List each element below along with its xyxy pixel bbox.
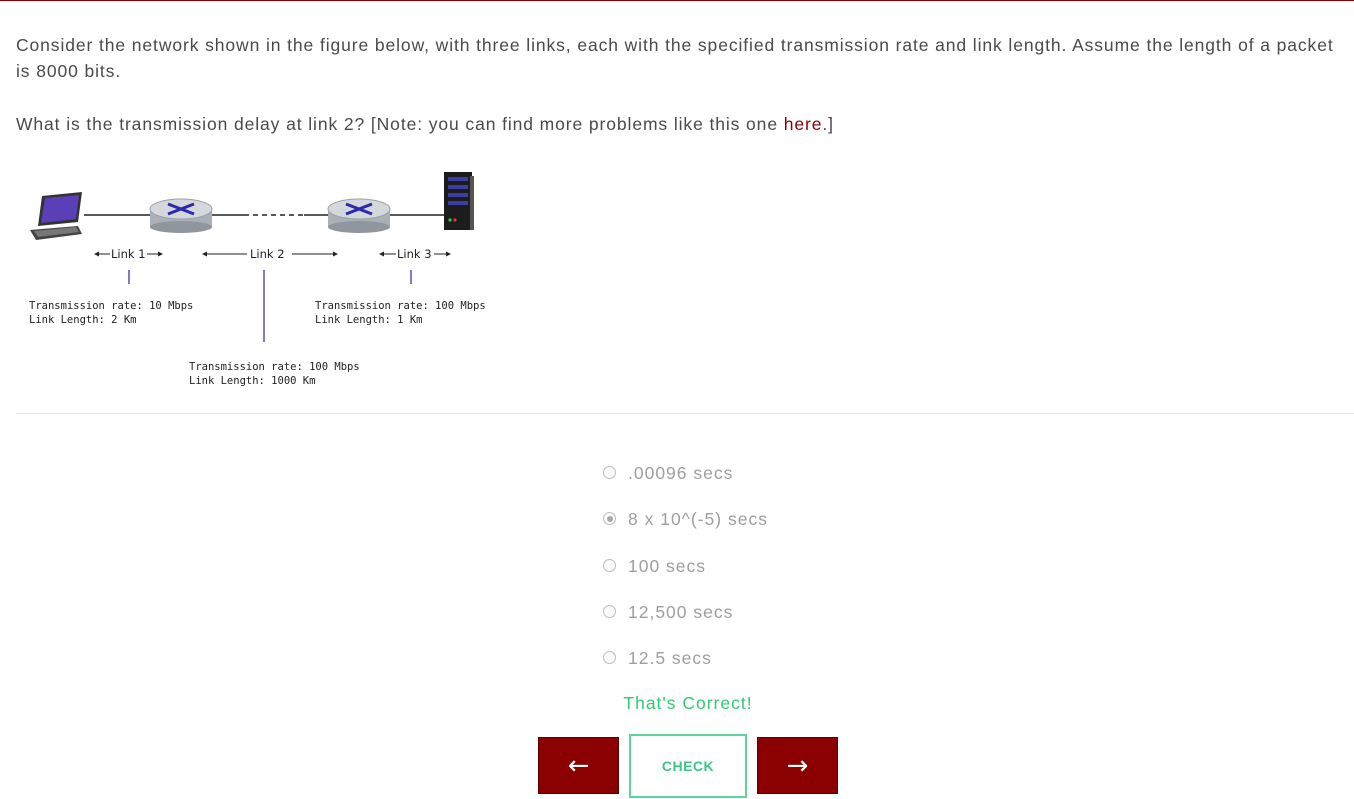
radio-button-selected[interactable]	[603, 512, 616, 526]
answer-label: 12.5 secs	[628, 648, 712, 669]
laptop-icon	[30, 192, 82, 240]
radio-button[interactable]	[603, 466, 616, 479]
top-rule	[0, 0, 1354, 1]
link-1-label: Link 1	[111, 247, 146, 261]
question-prompt-suffix: .]	[822, 114, 834, 134]
link-2-rate: Transmission rate: 100 Mbps	[189, 361, 360, 373]
radio-button[interactable]	[603, 604, 616, 618]
feedback-message: That's Correct!	[623, 693, 753, 713]
answer-choice[interactable]: 100 secs	[603, 551, 768, 597]
radio-button[interactable]	[603, 558, 616, 572]
link-3-length: Link Length: 1 Km	[315, 314, 422, 326]
link-2-annotation: Link 2	[202, 247, 338, 261]
link-1-length: Link Length: 2 Km	[29, 314, 136, 326]
link-3-rate: Transmission rate: 100 Mbps	[315, 300, 486, 312]
divider	[16, 413, 1354, 414]
answer-label: 12,500 secs	[628, 601, 734, 622]
answer-choices: .00096 secs 8 x 10^(-5) secs 100 secs 12…	[603, 458, 768, 689]
link-1-rate: Transmission rate: 10 Mbps	[29, 300, 193, 312]
radio-button[interactable]	[603, 651, 616, 665]
link-2-label: Link 2	[250, 247, 285, 261]
answer-label: 8 x 10^(-5) secs	[628, 509, 768, 530]
server-icon	[444, 172, 474, 230]
check-button[interactable]: CHECK	[629, 734, 747, 798]
question-paragraph-1: Consider the network shown in the figure…	[16, 35, 1334, 81]
answer-label: .00096 secs	[628, 463, 734, 483]
answer-choice[interactable]: .00096 secs	[603, 458, 768, 504]
network-figure: Link 1 Link 2 Link 3 Transmission rate: …	[29, 172, 486, 387]
link-1-annotation: Link 1	[94, 247, 163, 261]
more-problems-link[interactable]: here	[784, 114, 823, 134]
link-3-annotation: Link 3	[379, 247, 451, 261]
question-text: Consider the network shown in the figure…	[16, 32, 1341, 84]
link-3-label: Link 3	[397, 247, 432, 261]
previous-button[interactable]: ←	[538, 737, 619, 794]
answer-choice[interactable]: 8 x 10^(-5) secs	[603, 504, 768, 550]
answer-choice[interactable]: 12.5 secs	[603, 643, 768, 689]
router-icon	[327, 198, 391, 233]
question-paragraph-2: What is the transmission delay at link 2…	[16, 111, 1341, 137]
router-icon	[149, 198, 213, 233]
link-2-length: Link Length: 1000 Km	[189, 375, 315, 387]
next-button[interactable]: →	[757, 737, 838, 794]
answer-label: 100 secs	[628, 555, 707, 576]
question-prompt: What is the transmission delay at link 2…	[16, 114, 784, 134]
answer-choice[interactable]: 12,500 secs	[603, 597, 768, 643]
